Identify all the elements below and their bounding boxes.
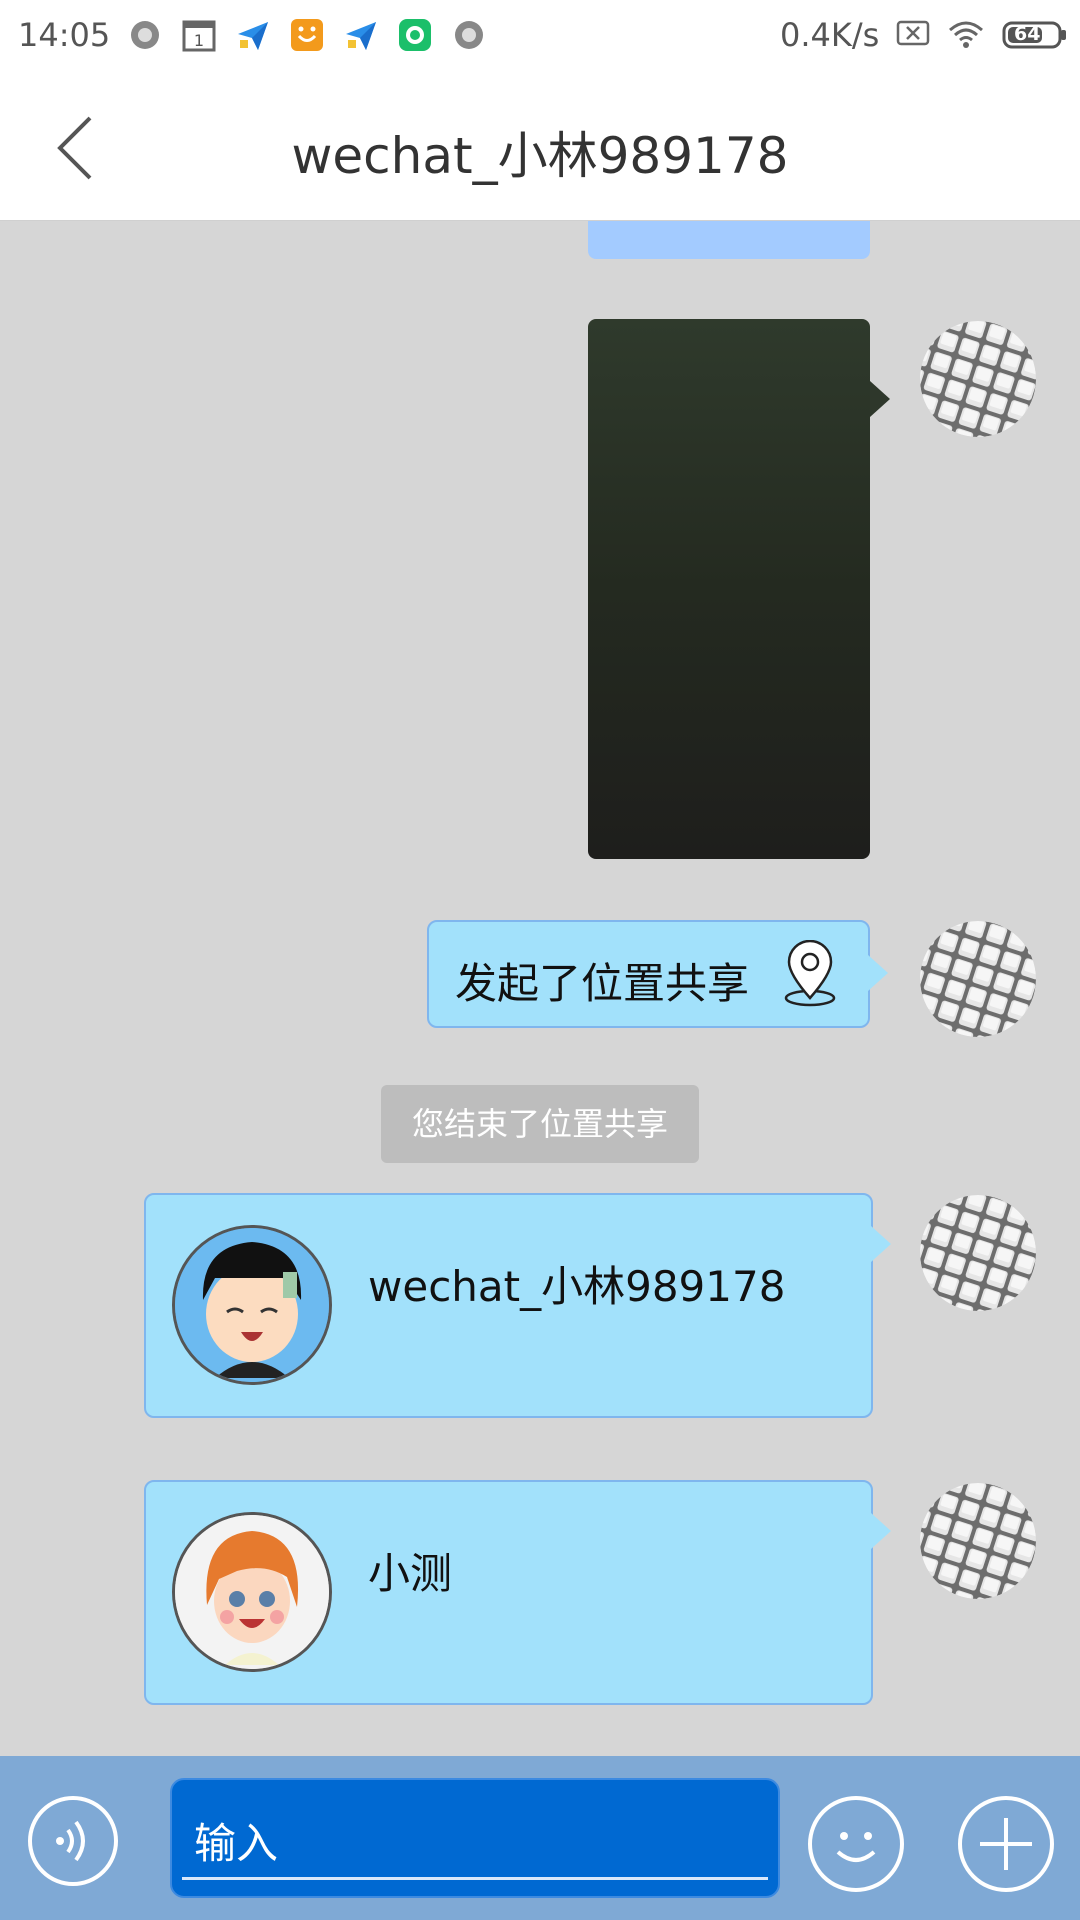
input-placeholder: 输入 xyxy=(194,1819,279,1868)
smile-app-icon xyxy=(290,18,324,52)
my-avatar[interactable] xyxy=(920,1483,1036,1599)
boy-avatar-icon xyxy=(175,1228,329,1382)
keyboard-avatar-icon xyxy=(920,321,1036,437)
circle-icon xyxy=(452,18,486,52)
contact-card[interactable]: 小测 xyxy=(144,1480,873,1705)
status-time: 14:05 xyxy=(18,16,111,54)
emoji-button[interactable] xyxy=(808,1796,904,1892)
location-bubble-tail xyxy=(868,955,888,991)
send-icon xyxy=(344,18,378,52)
svg-text:1: 1 xyxy=(194,31,204,50)
send-icon xyxy=(236,18,270,52)
contact-name: 小测 xyxy=(368,1549,453,1598)
battery-icon: 64 xyxy=(1002,20,1068,50)
voice-button[interactable] xyxy=(28,1796,118,1886)
my-avatar[interactable] xyxy=(920,1195,1036,1311)
location-pin-icon xyxy=(784,940,836,1007)
message-text: 发起了位置共享 xyxy=(455,959,750,1008)
circle-icon xyxy=(128,18,162,52)
net-speed: 0.4K/s xyxy=(780,16,880,54)
system-message: 您结束了位置共享 xyxy=(381,1085,699,1163)
my-avatar[interactable] xyxy=(920,321,1036,437)
partial-message-bubble[interactable] xyxy=(588,221,870,259)
contact-avatar xyxy=(172,1225,332,1385)
location-share-bubble[interactable]: 发起了位置共享 xyxy=(427,920,870,1028)
my-avatar[interactable] xyxy=(920,921,1036,1037)
contact-name: wechat_小林989178 xyxy=(368,1262,786,1311)
contact-card[interactable]: wechat_小林989178 xyxy=(144,1193,873,1418)
contact-card-tail xyxy=(871,1513,891,1549)
battery-level: 64 xyxy=(1014,23,1041,45)
keyboard-avatar-icon xyxy=(920,921,1036,1037)
app-icon xyxy=(398,18,432,52)
message-list[interactable]: 发起了位置共享 您结束了位置共享 wechat_小林989178 小测 xyxy=(0,221,1080,1756)
image-message[interactable] xyxy=(588,319,870,859)
plus-icon xyxy=(980,1818,1032,1870)
status-bar: 14:05 1 0.4K/s 64 xyxy=(0,0,1080,74)
contact-card-tail xyxy=(871,1226,891,1262)
keyboard-avatar-icon xyxy=(920,1483,1036,1599)
status-right: 64 xyxy=(896,18,1068,52)
input-bar: 输入 xyxy=(0,1756,1080,1920)
image-message-tail xyxy=(870,381,890,417)
page-title: wechat_小林989178 xyxy=(291,127,789,185)
keyboard-avatar-icon xyxy=(920,1195,1036,1311)
chat-header: wechat_小林989178 xyxy=(0,74,1080,221)
plus-button[interactable] xyxy=(958,1796,1054,1892)
calendar-icon: 1 xyxy=(182,18,216,52)
girl-avatar-icon xyxy=(175,1515,329,1669)
wifi-icon xyxy=(946,18,986,52)
input-underline xyxy=(182,1877,768,1880)
notification-icons: 1 xyxy=(128,18,486,52)
sim-off-icon xyxy=(896,20,930,50)
contact-avatar xyxy=(172,1512,332,1672)
emoji-icon xyxy=(836,1832,876,1862)
message-input[interactable]: 输入 xyxy=(170,1778,780,1898)
voice-icon xyxy=(56,1820,85,1862)
